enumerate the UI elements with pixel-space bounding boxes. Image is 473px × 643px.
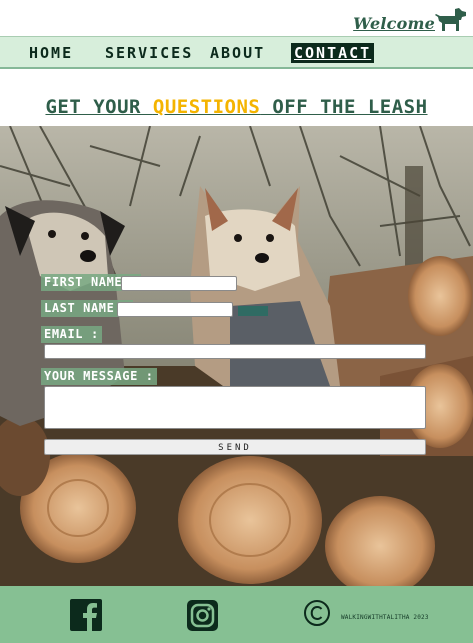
email-input[interactable] <box>44 344 426 359</box>
credit-text: WALKINGWITHTALITHA 2023 <box>341 614 429 621</box>
main-nav: HOME SERVICES ABOUT CONTACT <box>0 36 473 69</box>
instagram-icon[interactable] <box>187 600 218 631</box>
nav-home[interactable]: HOME <box>29 44 73 62</box>
nav-contact[interactable]: CONTACT <box>290 43 375 63</box>
welcome-text: Welcome <box>353 14 435 33</box>
heading-highlight: QUESTIONS <box>152 96 261 118</box>
last-name-input[interactable] <box>117 302 233 317</box>
email-label: EMAIL : <box>41 326 102 343</box>
send-button[interactable]: SEND <box>44 439 426 455</box>
nav-about[interactable]: ABOUT <box>210 44 265 62</box>
copyright-icon <box>304 600 330 626</box>
nav-services[interactable]: SERVICES <box>105 44 193 62</box>
heading-part-2: OFF THE LEASH <box>260 96 428 118</box>
page-heading: GET YOUR QUESTIONS OFF THE LEASH <box>0 96 473 118</box>
dog-silhouette-icon[interactable] <box>435 7 467 35</box>
facebook-icon[interactable] <box>70 599 102 631</box>
message-textarea[interactable] <box>44 386 426 429</box>
first-name-input[interactable] <box>121 276 237 291</box>
message-label: YOUR MESSAGE : <box>41 368 157 385</box>
top-bar: Welcome <box>0 0 473 36</box>
heading-part-1: GET YOUR <box>45 96 153 118</box>
